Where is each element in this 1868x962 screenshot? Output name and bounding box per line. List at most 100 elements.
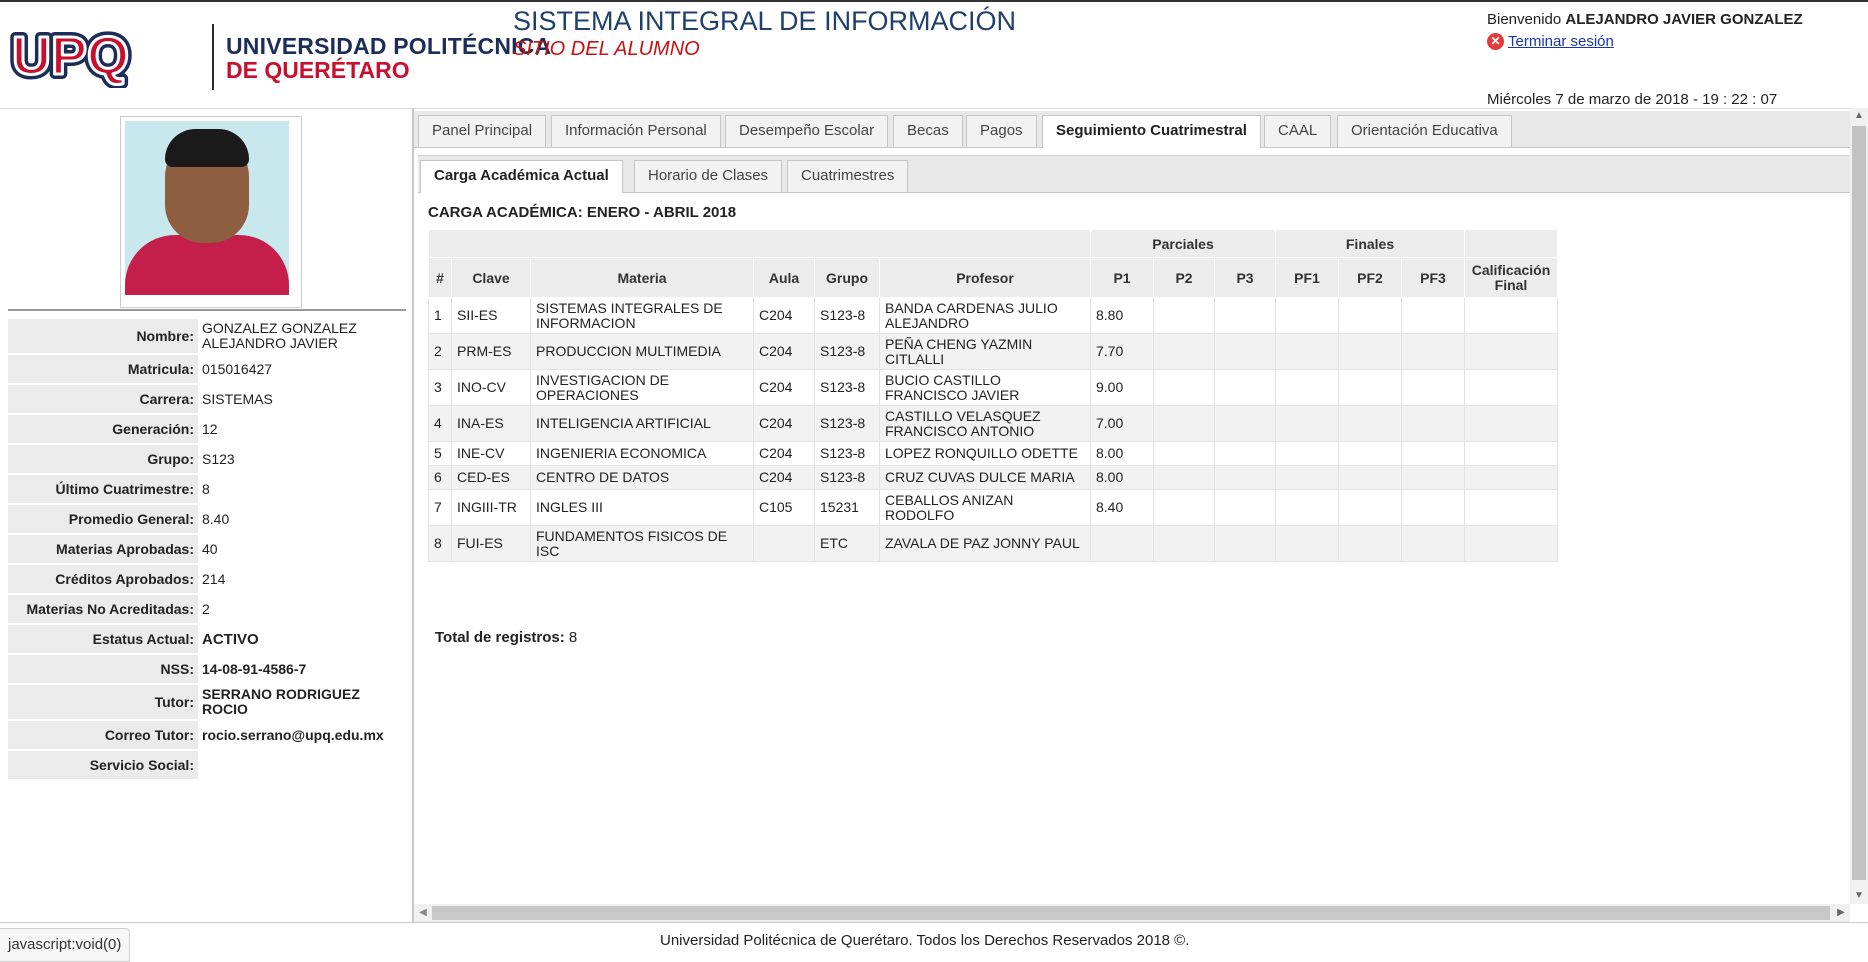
tab-caal[interactable]: CAAL [1264, 115, 1332, 147]
table-cell [1338, 489, 1402, 526]
table-cell [1464, 333, 1558, 370]
tab-horario-de-clases[interactable]: Horario de Clases [634, 160, 783, 192]
table-cell [1153, 333, 1215, 370]
table-cell: 9.00 [1090, 369, 1154, 406]
table-header-row: # Clave Materia Aula Grupo Profesor P1 P… [428, 257, 1558, 298]
scroll-left-arrow-icon[interactable]: ◀ [414, 904, 432, 922]
table-cell: S123-8 [814, 369, 880, 406]
table-cell [1275, 369, 1339, 406]
table-cell [1401, 405, 1465, 442]
table-cell: INVESTIGACION DE OPERACIONES [530, 369, 754, 406]
profile-row-carrera: Carrera: SISTEMAS [8, 385, 406, 413]
table-cell: C204 [753, 441, 815, 466]
logout-link[interactable]: Terminar sesión [1508, 33, 1614, 50]
current-datetime: Miércoles 7 de marzo de 2018 - 19 : 22 :… [1487, 91, 1778, 108]
profile-value: 2 [198, 595, 406, 623]
table-cell: 4 [428, 405, 452, 442]
column-header-grupo: Grupo [814, 257, 880, 298]
university-logo[interactable]: UPQ UPQ UNIVERSIDAD POLITÉCNICA DE QUERÉ… [6, 24, 551, 90]
tab-informacion-personal[interactable]: Información Personal [551, 115, 721, 147]
scroll-up-arrow-icon[interactable]: ▲ [1850, 108, 1868, 124]
scroll-down-arrow-icon[interactable]: ▼ [1850, 888, 1868, 904]
table-cell: 5 [428, 441, 452, 466]
tab-becas[interactable]: Becas [893, 115, 963, 147]
table-cell [1464, 369, 1558, 406]
tab-pagos[interactable]: Pagos [966, 115, 1037, 147]
table-cell: INGLES III [530, 489, 754, 526]
profile-row-estatus: Estatus Actual: ACTIVO [8, 625, 406, 653]
table-cell: 8.40 [1090, 489, 1154, 526]
table-cell [1464, 441, 1558, 466]
profile-label: Créditos Aprobados: [8, 565, 198, 593]
table-cell [1464, 525, 1558, 562]
student-photo-image [125, 121, 289, 295]
profile-row-grupo: Grupo: S123 [8, 445, 406, 473]
table-cell [1275, 333, 1339, 370]
profile-label: Estatus Actual: [8, 625, 198, 653]
profile-label: Servicio Social: [8, 751, 198, 779]
table-cell: SISTEMAS INTEGRALES DE INFORMACION [530, 297, 754, 334]
table-cell [1275, 441, 1339, 466]
tab-orientacion-educativa[interactable]: Orientación Educativa [1337, 115, 1512, 147]
table-cell: C204 [753, 405, 815, 442]
tab-desempeno-escolar[interactable]: Desempeño Escolar [725, 115, 889, 147]
table-cell [1275, 525, 1339, 562]
profile-label: Tutor: [8, 685, 198, 719]
table-cell: 1 [428, 297, 452, 334]
table-cell [1153, 489, 1215, 526]
horizontal-scrollbar[interactable]: ◀ ▶ [414, 904, 1850, 922]
profile-label: Materias Aprobadas: [8, 535, 198, 563]
table-cell: 8.00 [1090, 465, 1154, 490]
table-cell: ETC [814, 525, 880, 562]
student-photo [120, 116, 302, 308]
upq-logo-mark: UPQ UPQ [6, 24, 190, 88]
tab-carga-academica-actual[interactable]: Carga Académica Actual [420, 160, 623, 193]
scroll-right-arrow-icon[interactable]: ▶ [1832, 904, 1850, 922]
profile-row-nss: NSS: 14-08-91-4586-7 [8, 655, 406, 683]
horizontal-scrollbar-thumb[interactable] [432, 906, 1830, 920]
table-cell [1338, 369, 1402, 406]
profile-row-servicio-social: Servicio Social: [8, 751, 406, 779]
welcome-user: ALEJANDRO JAVIER GONZALEZ [1565, 11, 1803, 28]
table-cell: PRM-ES [451, 333, 531, 370]
table-cell [1214, 489, 1276, 526]
table-cell [1214, 297, 1276, 334]
logo-wordmark: UNIVERSIDAD POLITÉCNICA DE QUERÉTARO [226, 34, 551, 82]
profile-label: Correo Tutor: [8, 721, 198, 749]
table-cell [1275, 297, 1339, 334]
table-cell: 7.70 [1090, 333, 1154, 370]
table-cell: 15231 [814, 489, 880, 526]
table-cell: 2 [428, 333, 452, 370]
vertical-scrollbar[interactable]: ▲ ▼ [1850, 108, 1868, 904]
profile-label: Matricula: [8, 355, 198, 383]
profile-row-materias-aprobadas: Materias Aprobadas: 40 [8, 535, 406, 563]
table-cell: CENTRO DE DATOS [530, 465, 754, 490]
table-cell [1214, 525, 1276, 562]
vertical-scrollbar-thumb[interactable] [1852, 126, 1866, 880]
table-cell [753, 525, 815, 562]
table-cell: LOPEZ RONQUILLO ODETTE [879, 441, 1091, 466]
tab-cuatrimestres[interactable]: Cuatrimestres [787, 160, 909, 192]
table-group-header-empty [1464, 229, 1558, 258]
table-cell: 7 [428, 489, 452, 526]
table-cell: SII-ES [451, 297, 531, 334]
close-circle-icon[interactable]: ✕ [1487, 33, 1504, 50]
total-records: Total de registros: 8 [435, 629, 577, 646]
profile-value: SISTEMAS [198, 385, 406, 413]
profile-label: NSS: [8, 655, 198, 683]
tab-panel-principal[interactable]: Panel Principal [418, 115, 547, 147]
main-tab-bar: Panel Principal Información Personal Des… [414, 111, 1850, 148]
table-cell: 8.80 [1090, 297, 1154, 334]
profile-value: 14-08-91-4586-7 [198, 655, 406, 683]
table-cell [1338, 441, 1402, 466]
table-cell [1214, 441, 1276, 466]
tab-seguimiento-cuatrimestral[interactable]: Seguimiento Cuatrimestral [1042, 115, 1261, 148]
table-cell: INTELIGENCIA ARTIFICIAL [530, 405, 754, 442]
logout[interactable]: ✕ Terminar sesión [1487, 33, 1614, 50]
column-header-pf3: PF3 [1401, 257, 1465, 298]
table-cell [1275, 465, 1339, 490]
page-footer: javascript:void(0) Universidad Politécni… [0, 922, 1868, 962]
profile-label: Nombre: [8, 319, 198, 353]
table-cell: C105 [753, 489, 815, 526]
system-title: SISTEMA INTEGRAL DE INFORMACIÓN [513, 6, 1017, 36]
